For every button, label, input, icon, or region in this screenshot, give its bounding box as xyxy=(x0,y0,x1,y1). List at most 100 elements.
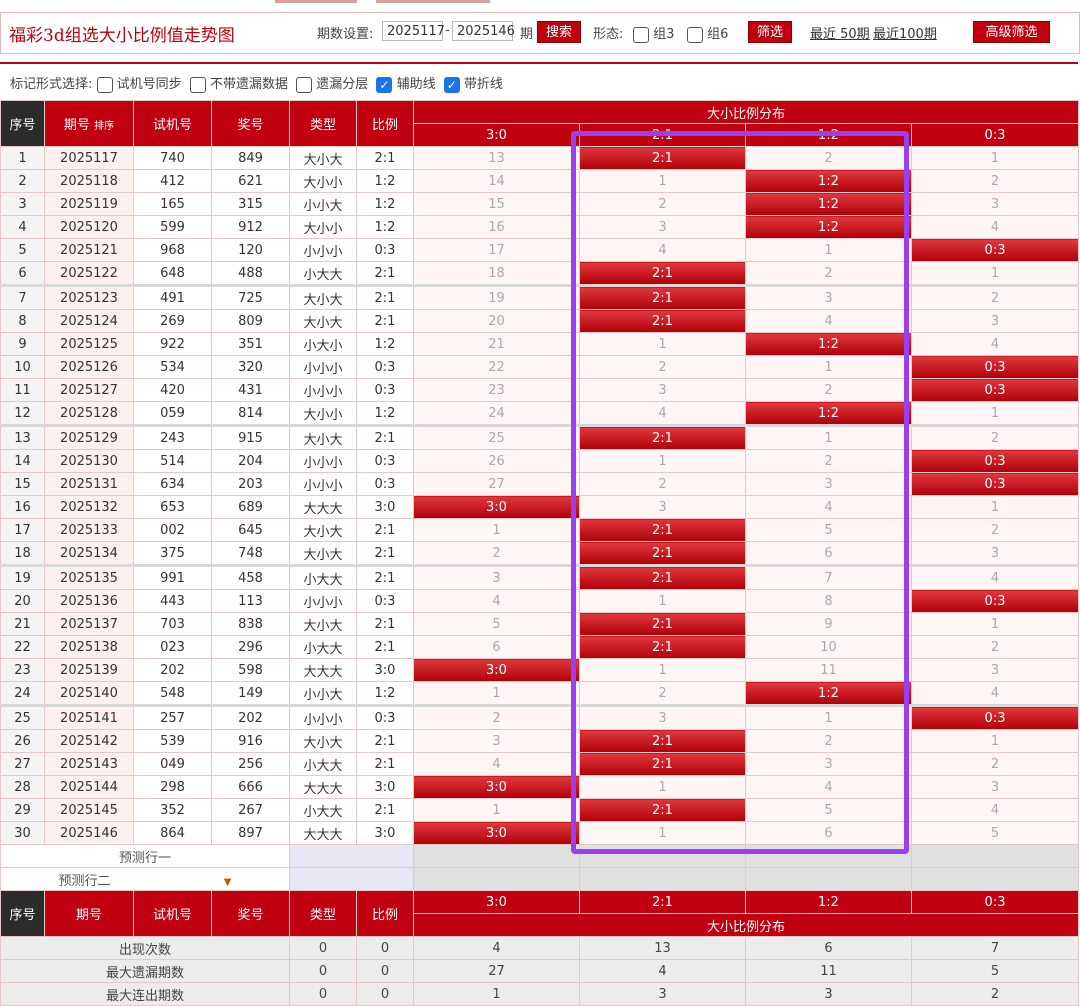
period-cell: 2025136 xyxy=(44,589,134,613)
mark-option[interactable]: ✓ 辅助线 xyxy=(372,76,436,93)
predict-row[interactable]: 预测行一 xyxy=(0,844,1080,868)
dist-miss-cell: 1 xyxy=(413,518,580,542)
table-row: 21 2025137 703 838 大小大 2:1 5 2:1 9 1 xyxy=(0,612,1080,636)
ratio-cell: 2:1 xyxy=(356,261,414,286)
dist-miss-cell: 1 xyxy=(745,424,912,450)
mark-option[interactable]: 试机号同步 xyxy=(96,76,182,93)
dist-miss-cell: 2 xyxy=(579,192,746,216)
test-number-cell: 534 xyxy=(133,355,212,379)
predict-input[interactable] xyxy=(289,844,414,868)
type-cell: 小大大 xyxy=(289,752,357,776)
stat-row: 最大遗漏期数 0 0 27 4 11 5 xyxy=(0,959,1080,983)
checked-checkbox[interactable]: ✓ xyxy=(376,76,393,93)
search-button[interactable]: 搜索 xyxy=(537,21,581,43)
prize-number-cell: 809 xyxy=(211,309,290,333)
prize-number-cell: 838 xyxy=(211,612,290,636)
arrow-down-icon[interactable]: ▼ xyxy=(221,877,232,888)
group3-checkbox[interactable] xyxy=(633,26,649,43)
table-row: 28 2025144 298 666 大大大 3:0 3:0 1 4 3 xyxy=(0,775,1080,799)
dist-miss-cell: 1 xyxy=(910,401,1080,426)
mark-option[interactable]: ✓ 带折线 xyxy=(440,76,503,93)
sort-label[interactable]: 排序 xyxy=(94,121,114,132)
test-number-cell: 599 xyxy=(133,215,212,239)
predict-cell[interactable] xyxy=(413,844,580,868)
type-cell: 小小小 xyxy=(289,378,357,402)
ratio-cell: 2:1 xyxy=(356,518,414,542)
dist-miss-cell: 19 xyxy=(413,284,580,310)
dist-miss-cell: 2 xyxy=(745,449,912,473)
dist-hit-cell: 0:3 xyxy=(910,704,1080,730)
predict-cell[interactable] xyxy=(579,867,746,891)
dist-miss-cell: 2 xyxy=(910,424,1080,450)
end-period-input[interactable]: 2025146 xyxy=(452,21,515,41)
predict-cell[interactable] xyxy=(910,867,1080,891)
period-cell: 2025134 xyxy=(44,541,134,566)
stat-value: 1 xyxy=(413,982,580,1006)
col-prize-header: 奖号 xyxy=(211,100,290,147)
ratio-cell: 3:0 xyxy=(356,775,414,799)
dist-miss-cell: 6 xyxy=(745,821,912,845)
mark-option[interactable]: 不带遗漏数据 xyxy=(186,76,288,93)
period-cell: 2025123 xyxy=(44,284,134,310)
period-label: 期数设置: xyxy=(317,27,374,42)
start-period-input[interactable]: 2025117 xyxy=(382,21,445,41)
dist-miss-cell: 2 xyxy=(579,472,746,496)
stat-value: 5 xyxy=(910,959,1080,983)
stat-label: 出现次数 xyxy=(0,936,290,960)
dist-miss-cell: 2 xyxy=(413,541,580,566)
dist-miss-cell: 14 xyxy=(413,169,580,193)
test-number-cell: 165 xyxy=(133,192,212,216)
test-number-cell: 548 xyxy=(133,681,212,706)
dist-miss-cell: 20 xyxy=(413,309,580,333)
group3-label: 组3 xyxy=(653,27,675,42)
unchecked-checkbox[interactable] xyxy=(96,76,113,93)
col-period-header[interactable]: 期号 排序 xyxy=(44,100,134,147)
stat-value: 7 xyxy=(910,936,1080,960)
test-number-cell: 059 xyxy=(133,401,212,426)
predict-row[interactable]: 预测行二 ▼ xyxy=(0,867,1080,891)
dist-miss-cell: 1 xyxy=(413,798,580,822)
unchecked-checkbox[interactable] xyxy=(296,76,313,93)
predict-cell[interactable] xyxy=(413,867,580,891)
dist-miss-cell: 2 xyxy=(745,729,912,753)
dist-hit-cell: 2:1 xyxy=(579,752,746,776)
dist-hit-cell: 2:1 xyxy=(579,798,746,822)
table-row: 2 2025118 412 621 大小小 1:2 14 1 1:2 2 xyxy=(0,169,1080,193)
prize-number-cell: 149 xyxy=(211,681,290,706)
trend-table: 序号 期号 排序 试机号 奖号 类型 比例 大小比例分布 3:0 2:1 1:2… xyxy=(0,100,1080,1006)
prize-number-cell: 351 xyxy=(211,332,290,356)
shape-label: 形态: xyxy=(593,27,624,42)
mark-option[interactable]: 遗漏分层 xyxy=(292,76,368,93)
unchecked-checkbox[interactable] xyxy=(189,76,206,93)
dist-miss-cell: 1 xyxy=(579,449,746,473)
predict-label[interactable]: 预测行二 ▼ xyxy=(0,867,290,891)
page-title: 福彩3d组选大小比例值走势图 xyxy=(9,26,235,46)
dist-miss-cell: 4 xyxy=(413,589,580,613)
predict-cell[interactable] xyxy=(910,844,1080,868)
prize-number-cell: 849 xyxy=(211,146,290,170)
dist-hit-cell: 2:1 xyxy=(579,146,746,170)
advanced-filter-button[interactable]: 高级筛选 xyxy=(973,21,1050,43)
dist-miss-cell: 4 xyxy=(910,215,1080,239)
seq-cell: 2 xyxy=(0,169,45,193)
type-cell: 小小小 xyxy=(289,589,357,613)
prize-number-cell: 666 xyxy=(211,775,290,799)
predict-cell[interactable] xyxy=(745,867,912,891)
predict-label[interactable]: 预测行一 xyxy=(0,844,290,868)
col-test-header: 试机号 xyxy=(133,100,212,147)
dist-hit-cell: 1:2 xyxy=(745,169,912,193)
predict-cell[interactable] xyxy=(745,844,912,868)
recent-100-link[interactable]: 最近100期 xyxy=(873,23,937,42)
seq-cell: 9 xyxy=(0,332,45,356)
dist-col-header: 1:2 xyxy=(745,123,912,147)
seq-cell: 25 xyxy=(0,704,45,730)
filter-button[interactable]: 筛选 xyxy=(748,21,792,43)
ratio-cell: 0:3 xyxy=(356,704,414,730)
group6-checkbox[interactable] xyxy=(687,26,703,43)
type-cell: 小小小 xyxy=(289,704,357,730)
predict-input[interactable] xyxy=(289,867,414,891)
footer-header-row: 序号 期号 试机号 奖号 类型 比例 3:0 2:1 1:2 0:3 xyxy=(0,890,1080,937)
recent-50-link[interactable]: 最近 50期 xyxy=(810,23,870,42)
predict-cell[interactable] xyxy=(579,844,746,868)
checked-checkbox[interactable]: ✓ xyxy=(443,76,460,93)
